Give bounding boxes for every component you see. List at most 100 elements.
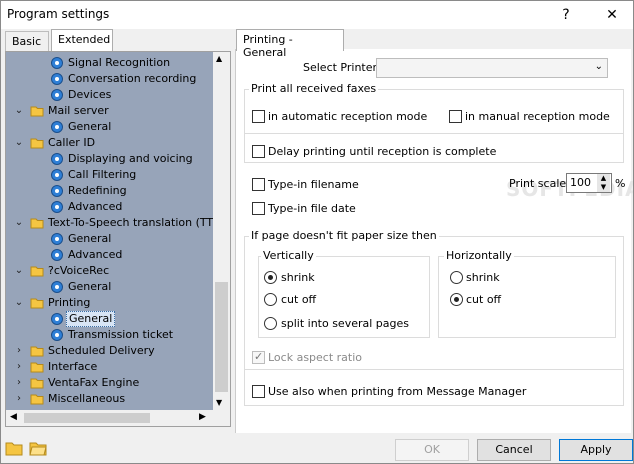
tree-item[interactable]: ⌄ Caller ID (6, 135, 213, 151)
tree-item[interactable]: Conversation recording (6, 71, 213, 87)
tree-item[interactable]: Signal Recognition (6, 55, 213, 71)
tree-item[interactable]: › Interface (6, 359, 213, 375)
delay-printing-label: Delay printing until reception is comple… (268, 145, 497, 158)
chevron-down-icon[interactable]: ⌄ (14, 106, 24, 116)
tree-item-label: General (68, 232, 112, 245)
tree-item[interactable]: Transmission ticket (6, 327, 213, 343)
tree-item[interactable]: Call Filtering (6, 167, 213, 183)
chevron-down-icon[interactable]: ⌄ (14, 298, 24, 308)
tree-item[interactable]: ⌄ Text-To-Speech translation (TTS) (6, 215, 213, 231)
spin-down-icon[interactable]: ▼ (597, 183, 610, 192)
chevron-right-icon[interactable]: › (14, 394, 24, 404)
gear-icon (50, 312, 64, 326)
gear-icon (50, 200, 64, 214)
tab-extended[interactable]: Extended (51, 29, 113, 51)
tree-item[interactable]: General (6, 119, 213, 135)
use-also-checkbox[interactable] (252, 385, 265, 398)
tree-view[interactable]: Signal Recognition Conversation recording… (6, 52, 213, 410)
typein-filedate-checkbox[interactable] (252, 202, 265, 215)
tree-item-label: Devices (68, 88, 112, 101)
chevron-down-icon[interactable]: ⌄ (14, 218, 24, 228)
gear-icon (50, 72, 64, 86)
hscroll-thumb[interactable] (24, 413, 150, 423)
tree-item-label: Caller ID (48, 136, 96, 149)
vertical-shrink-radio[interactable] (264, 271, 277, 284)
vertical-split-radio[interactable] (264, 317, 277, 330)
open-folder-icon[interactable] (29, 439, 47, 457)
gear-icon (50, 152, 64, 166)
scroll-down-icon[interactable]: ▼ (216, 398, 222, 407)
folder-icon (30, 360, 44, 374)
tree-item[interactable]: Advanced (6, 199, 213, 215)
tree-item[interactable]: Displaying and voicing (6, 151, 213, 167)
print-scale-label: Print scale (509, 177, 567, 190)
tab-printing-general[interactable]: Printing - General (236, 29, 344, 59)
typein-filedate-label: Type-in file date (268, 202, 356, 215)
tree-item-label: General (66, 311, 116, 327)
chevron-right-icon[interactable]: › (14, 362, 24, 372)
gear-icon (50, 168, 64, 182)
horizontal-shrink-radio[interactable] (450, 271, 463, 284)
program-settings-window: Program settings ? ✕ Basic Extended Sign… (0, 0, 634, 464)
tree-item[interactable]: › VentaFax Engine (6, 375, 213, 391)
horizontal-cutoff-radio[interactable] (450, 293, 463, 306)
tree-item-label: Advanced (68, 200, 123, 213)
tree-item[interactable]: › Miscellaneous (6, 391, 213, 407)
close-button[interactable]: ✕ (597, 3, 627, 27)
lock-aspect-label: Lock aspect ratio (268, 351, 363, 364)
printer-select[interactable]: ⌄ (376, 58, 608, 78)
tree-item[interactable]: General (6, 279, 213, 295)
gear-icon (50, 88, 64, 102)
manual-reception-checkbox[interactable] (449, 110, 462, 123)
vertical-cutoff-radio[interactable] (264, 293, 277, 306)
page-fit-title: If page doesn't fit paper size then (249, 229, 439, 242)
footer-bar: OK Cancel Apply (1, 433, 633, 463)
tree-item-label: ?cVoiceRec (48, 264, 110, 277)
folder-icon (30, 136, 44, 150)
tree-item-label: Scheduled Delivery (48, 344, 155, 357)
tree-item[interactable]: ⌄ Mail server (6, 103, 213, 119)
folder-icon (30, 296, 44, 310)
scroll-up-icon[interactable]: ▲ (216, 54, 222, 63)
tree-item[interactable]: General (6, 231, 213, 247)
vertical-shrink-label: shrink (281, 271, 315, 284)
select-printer-label: Select Printer (303, 61, 378, 74)
tree-item[interactable]: General (6, 311, 213, 327)
tree-item[interactable]: Advanced (6, 247, 213, 263)
gear-icon (50, 328, 64, 342)
typein-filename-checkbox[interactable] (252, 178, 265, 191)
gear-icon (50, 232, 64, 246)
chevron-right-icon[interactable]: › (14, 346, 24, 356)
tab-basic[interactable]: Basic (5, 31, 49, 51)
tree-item[interactable]: Devices (6, 87, 213, 103)
chevron-right-icon[interactable]: › (14, 378, 24, 388)
tree-horizontal-scrollbar[interactable]: ◀ ▶ (6, 410, 213, 426)
settings-tree[interactable]: Signal Recognition Conversation recording… (5, 51, 231, 427)
tree-item[interactable]: ⌄ Printing (6, 295, 213, 311)
cancel-button[interactable]: Cancel (477, 439, 551, 461)
print-scale-stepper[interactable]: 100 ▲ ▼ (566, 173, 612, 193)
folder-icon[interactable] (5, 439, 23, 457)
ok-button[interactable]: OK (395, 439, 469, 461)
scroll-right-icon[interactable]: ▶ (199, 412, 206, 422)
auto-reception-checkbox[interactable] (252, 110, 265, 123)
help-button[interactable]: ? (551, 3, 581, 27)
gear-icon (50, 56, 64, 70)
scroll-left-icon[interactable]: ◀ (10, 412, 17, 422)
lock-aspect-checkbox[interactable] (252, 350, 265, 364)
scroll-corner (213, 410, 230, 426)
title-bar: Program settings ? ✕ (1, 1, 633, 29)
delay-printing-checkbox[interactable] (252, 145, 265, 158)
apply-button[interactable]: Apply (559, 439, 633, 461)
settings-pane: Printing - General Select Printer ⌄ Prin… (235, 29, 633, 433)
tree-item-label: VentaFax Engine (48, 376, 140, 389)
tree-vertical-scrollbar[interactable]: ▲ ▼ (213, 52, 230, 410)
chevron-down-icon[interactable]: ⌄ (14, 138, 24, 148)
tree-item[interactable]: › Scheduled Delivery (6, 343, 213, 359)
tree-item[interactable]: ⌄ ?cVoiceRec (6, 263, 213, 279)
spin-up-icon[interactable]: ▲ (597, 174, 610, 183)
print-scale-value: 100 (570, 176, 591, 189)
tree-item[interactable]: Redefining (6, 183, 213, 199)
chevron-down-icon[interactable]: ⌄ (14, 266, 24, 276)
scroll-thumb[interactable] (215, 282, 228, 392)
